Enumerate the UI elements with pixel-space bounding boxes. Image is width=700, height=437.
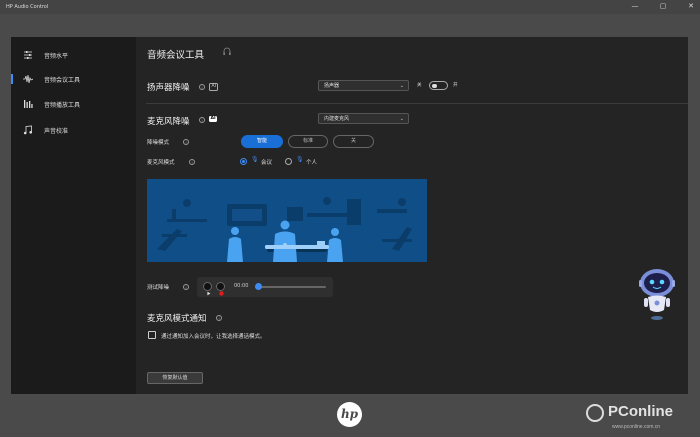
app-window: 音频水平 音频会议工具 音频播放工具 声音校准 音频会议工具 扬声器降噪 i A…	[11, 37, 688, 394]
toggle-off-label: 关	[417, 83, 422, 88]
info-icon[interactable]: i	[189, 159, 195, 165]
watermark-text: PConline	[608, 403, 674, 420]
mic-mode-conference-label: 会议	[261, 160, 273, 166]
sidebar-item-sound-calibration[interactable]: 声音校准	[11, 120, 136, 140]
mode-standard-button[interactable]: 标准	[288, 135, 328, 148]
play-icon	[207, 291, 211, 296]
sliders-icon	[23, 50, 33, 60]
chevron-down-icon: ⌄	[399, 83, 404, 89]
music-note-icon	[23, 125, 33, 135]
notify-title: 麦克风模式通知	[147, 314, 207, 324]
record-button[interactable]	[216, 282, 225, 296]
speaker-ai-badge: AI	[209, 83, 219, 91]
conference-illustration	[147, 179, 427, 262]
toggle-knob	[432, 83, 437, 88]
mode-smart-button[interactable]: 智能	[241, 135, 283, 148]
progress-thumb[interactable]	[255, 283, 262, 290]
page-title: 音频会议工具	[147, 50, 205, 61]
nr-mode-label: 降噪模式	[147, 140, 170, 146]
progress-track[interactable]	[255, 286, 326, 288]
play-button[interactable]	[203, 282, 212, 296]
player-time: 00:00	[234, 283, 249, 289]
test-player: 00:00	[197, 277, 333, 297]
microphone-icon: 🎙	[296, 156, 304, 163]
mic-nr-title: 麦克风降噪	[147, 117, 190, 127]
window-title: HP Audio Control	[6, 4, 49, 10]
sidebar-item-label: 音频水平	[44, 52, 69, 60]
watermark-subtext: www.pconline.com.cn	[612, 424, 661, 430]
headset-icon	[222, 47, 232, 59]
active-indicator	[11, 74, 13, 84]
bars-icon	[23, 99, 33, 109]
info-icon[interactable]: i	[199, 84, 205, 90]
mic-dropdown-value: 内建麦克风	[324, 116, 350, 122]
mic-dropdown[interactable]: 内建麦克风 ⌄	[318, 113, 409, 124]
hp-logo: hp	[337, 402, 362, 427]
watermark: PConline www.pconline.com.cn	[586, 402, 698, 434]
sidebar-item-playback-tools[interactable]: 音频播放工具	[11, 94, 136, 114]
speaker-dropdown-value: 扬声器	[324, 83, 340, 89]
title-bar: HP Audio Control — ▢ ✕	[0, 0, 700, 14]
mic-mode-conference-radio[interactable]	[240, 158, 247, 165]
chevron-down-icon: ⌄	[399, 116, 404, 122]
sidebar-item-label: 声音校准	[44, 127, 69, 135]
info-icon[interactable]: i	[183, 139, 189, 145]
sidebar-item-audio-levels[interactable]: 音频水平	[11, 45, 136, 65]
ai-robot-icon[interactable]	[636, 266, 678, 324]
notify-checkbox[interactable]	[148, 331, 156, 339]
toggle-on-label: 开	[453, 83, 458, 88]
robot-image	[639, 269, 675, 320]
sidebar-item-label: 音频播放工具	[44, 101, 81, 109]
info-icon[interactable]: i	[199, 117, 205, 123]
maximize-button[interactable]: ▢	[658, 2, 668, 11]
speaker-nr-toggle[interactable]	[429, 81, 448, 90]
speaker-nr-title: 扬声器降噪	[147, 83, 190, 93]
test-nr-label: 测试降噪	[147, 285, 170, 291]
minimize-button[interactable]: —	[630, 2, 640, 11]
watermark-logo-icon	[586, 404, 604, 422]
info-icon[interactable]: i	[183, 284, 189, 290]
sidebar-item-label: 音频会议工具	[44, 76, 81, 84]
main-panel: 音频会议工具 扬声器降噪 i AI 扬声器 ⌄ 关 开 麦克风降噪 i AI 内…	[136, 37, 688, 394]
record-icon	[219, 291, 224, 296]
window-controls: — ▢ ✕	[630, 2, 696, 11]
microphone-icon: 🎙	[251, 156, 259, 163]
reset-defaults-button[interactable]: 恢复默认值	[147, 372, 203, 384]
waveform-icon	[23, 74, 33, 84]
info-icon[interactable]: i	[216, 315, 222, 321]
mic-ai-badge: AI	[209, 116, 218, 122]
sidebar-item-conference-tools[interactable]: 音频会议工具	[11, 69, 136, 89]
notify-checkbox-label: 通过通知加入会议时，让我选择通话模式。	[161, 334, 266, 340]
mic-mode-personal-label: 个人	[306, 160, 318, 166]
sidebar: 音频水平 音频会议工具 音频播放工具 声音校准	[11, 37, 136, 394]
mic-mode-label: 麦克风模式	[147, 160, 175, 166]
mode-off-button[interactable]: 关	[333, 135, 374, 148]
mic-mode-personal-radio[interactable]	[285, 158, 292, 165]
close-button[interactable]: ✕	[686, 2, 696, 11]
section-divider	[146, 103, 688, 104]
speaker-dropdown[interactable]: 扬声器 ⌄	[318, 80, 409, 91]
meeting-scene-image	[147, 179, 427, 262]
